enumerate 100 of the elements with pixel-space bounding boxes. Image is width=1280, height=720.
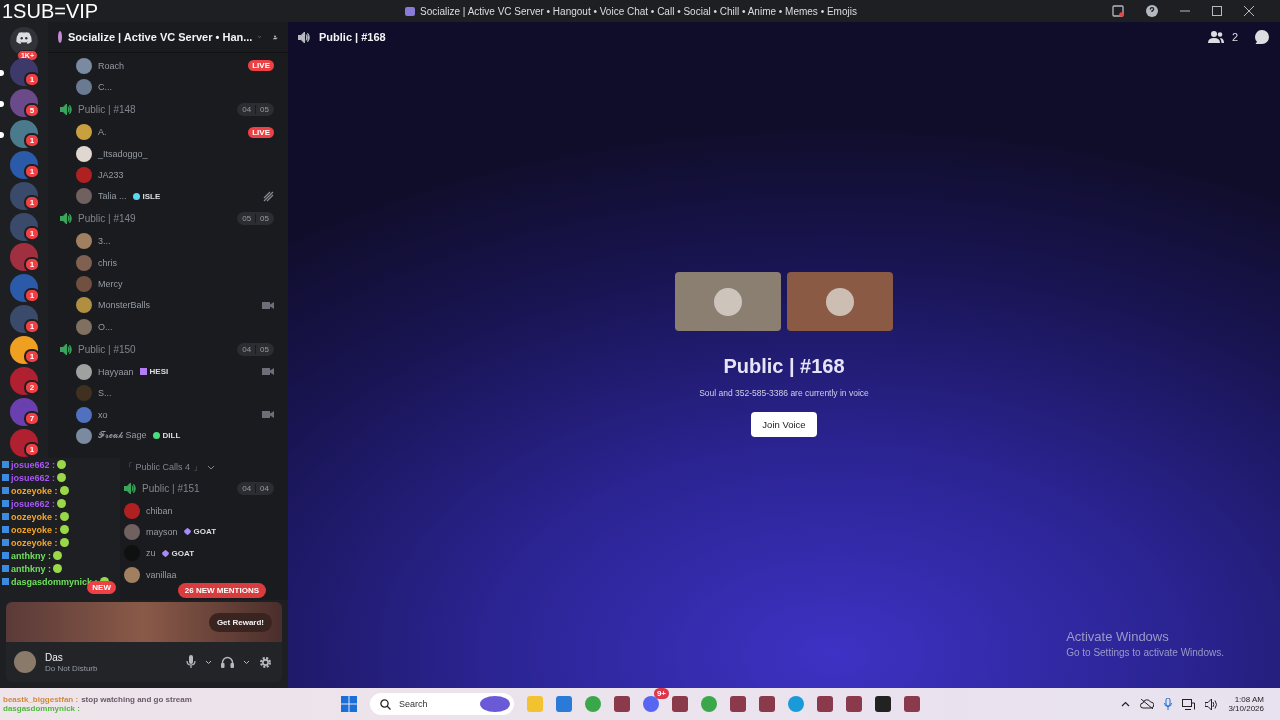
clock-date[interactable]: 3/10/2026 xyxy=(1228,704,1264,713)
app-icon[interactable] xyxy=(585,696,601,712)
close-icon[interactable] xyxy=(1244,6,1254,16)
member-name[interactable]: MonsterBalls xyxy=(98,300,151,311)
member-tag: DILL xyxy=(152,431,181,441)
avatar xyxy=(76,385,92,402)
help-icon[interactable] xyxy=(1146,5,1158,17)
voice-channel-name[interactable]: Public | #148 xyxy=(78,104,136,116)
channel-title: Public | #168 xyxy=(319,31,386,43)
notification-badge: 1 xyxy=(24,195,40,211)
user-limit-counter: 04 05 xyxy=(237,103,274,117)
people-icon[interactable] xyxy=(1207,31,1224,43)
camera-icon xyxy=(262,300,274,310)
member-name[interactable]: vanillaa xyxy=(146,569,177,580)
member-name[interactable]: Mercy xyxy=(98,279,123,289)
notification-badge: 1 xyxy=(24,349,40,365)
notification-badge: 9+ xyxy=(653,688,669,699)
microphone-icon[interactable] xyxy=(186,655,196,669)
chat-username: oozeyoke : xyxy=(11,485,58,496)
clock-time[interactable]: 1:08 AM xyxy=(1234,695,1264,704)
speaker-icon xyxy=(298,31,311,43)
network-icon[interactable] xyxy=(1182,698,1196,710)
member-name[interactable]: chris xyxy=(98,257,117,268)
member-tag: ISLE xyxy=(132,191,161,201)
avatar xyxy=(76,276,92,292)
avatar xyxy=(76,254,92,271)
overlay-text: 1SUB=VIP xyxy=(2,0,99,22)
member-name[interactable]: JA233 xyxy=(98,169,124,180)
user-status: Do Not Disturb xyxy=(45,663,98,673)
chat-username: dasgasdommynick : xyxy=(3,704,80,713)
member-name[interactable]: Talia ... xyxy=(98,191,127,202)
headphones-icon[interactable] xyxy=(221,656,234,668)
member-name[interactable]: Hayyaan xyxy=(98,366,134,377)
member-name[interactable]: O... xyxy=(98,321,113,332)
caret-icon[interactable] xyxy=(205,659,212,665)
avatar xyxy=(76,166,92,183)
volume-icon[interactable] xyxy=(1205,698,1219,710)
member-name[interactable]: chiban xyxy=(146,505,173,516)
member-name[interactable]: _Itsadoggo_ xyxy=(98,148,148,159)
member-name[interactable]: S... xyxy=(98,388,112,399)
maximize-icon[interactable] xyxy=(1212,6,1222,16)
app-icon[interactable] xyxy=(643,696,659,712)
member-name[interactable]: 3... xyxy=(98,236,111,247)
chat-message: stop watching and go stream xyxy=(81,695,192,704)
settings-icon[interactable] xyxy=(259,655,272,669)
speaker-icon xyxy=(60,213,72,225)
chat-icon[interactable] xyxy=(1254,29,1270,45)
voice-channel-title: Public | #168 xyxy=(723,355,845,378)
avatar xyxy=(76,233,92,250)
voice-channel-name[interactable]: Public | #151 xyxy=(142,482,200,494)
member-name[interactable]: A. xyxy=(98,127,107,138)
chat-username: beastk_biggestfan : xyxy=(3,695,79,704)
get-reward-button[interactable]: Get Reward! xyxy=(208,612,272,632)
app-icon[interactable] xyxy=(701,696,717,712)
caret-icon[interactable] xyxy=(243,659,250,665)
cloud-icon[interactable] xyxy=(1140,699,1155,709)
voice-status-text: Soul and 352-585-3386 are currently in voice xyxy=(699,388,869,398)
camera-icon xyxy=(262,367,274,377)
windows-start-icon[interactable] xyxy=(341,696,357,712)
username: Das xyxy=(45,651,64,663)
user-limit-counter: 04 04 xyxy=(237,481,274,495)
chat-username: josue662 : xyxy=(11,459,56,470)
inbox-icon[interactable] xyxy=(1112,5,1124,17)
join-voice-button[interactable]: Join Voice xyxy=(751,412,817,437)
notification-badge: 1 xyxy=(24,133,40,149)
avatar xyxy=(76,318,92,335)
category-name[interactable]: 「 Public Calls 4 」 xyxy=(124,460,202,474)
voice-channel-name[interactable]: Public | #149 xyxy=(78,213,136,225)
member-name[interactable]: 𝓕𝓻𝓮𝓪𝓴 Sage xyxy=(98,430,147,442)
avatar xyxy=(76,297,92,314)
chat-username: josue662 : xyxy=(11,498,56,509)
voice-channel-name[interactable]: Public | #150 xyxy=(78,343,136,355)
member-name[interactable]: Roach xyxy=(98,60,124,71)
server-icon xyxy=(58,31,62,43)
user-limit-counter: 04 05 xyxy=(237,342,274,356)
camera-icon xyxy=(262,410,274,419)
avatar xyxy=(76,78,92,95)
search-icon xyxy=(380,698,391,710)
member-tag: GOAT xyxy=(161,548,195,558)
notification-badge: 2 xyxy=(24,380,40,396)
app-icon[interactable] xyxy=(875,696,891,712)
member-name[interactable]: zu xyxy=(146,548,156,559)
taskbar-search-field[interactable]: Search xyxy=(370,693,514,715)
home-button[interactable] xyxy=(10,27,38,56)
participant-count: 2 xyxy=(1231,31,1238,43)
chat-username: anthkny : xyxy=(11,563,51,574)
member-name[interactable]: C... xyxy=(98,81,112,92)
new-mentions-pill[interactable]: 26 NEW MENTIONS xyxy=(177,583,266,598)
member-name[interactable]: mayson xyxy=(146,526,178,537)
member-tag: HESI xyxy=(139,367,169,377)
activation-text: Go to Settings to activate Windows. xyxy=(1066,647,1224,658)
chat-username: oozeyoke : xyxy=(11,524,58,535)
avatar xyxy=(76,188,92,205)
discord-logo-icon xyxy=(16,32,32,45)
app-icon[interactable] xyxy=(788,696,804,712)
avatar xyxy=(826,287,854,316)
live-badge: LIVE xyxy=(248,126,274,138)
caret-icon[interactable] xyxy=(1121,701,1131,707)
member-name[interactable]: xo xyxy=(98,409,108,420)
chat-username: josue662 : xyxy=(11,472,56,483)
